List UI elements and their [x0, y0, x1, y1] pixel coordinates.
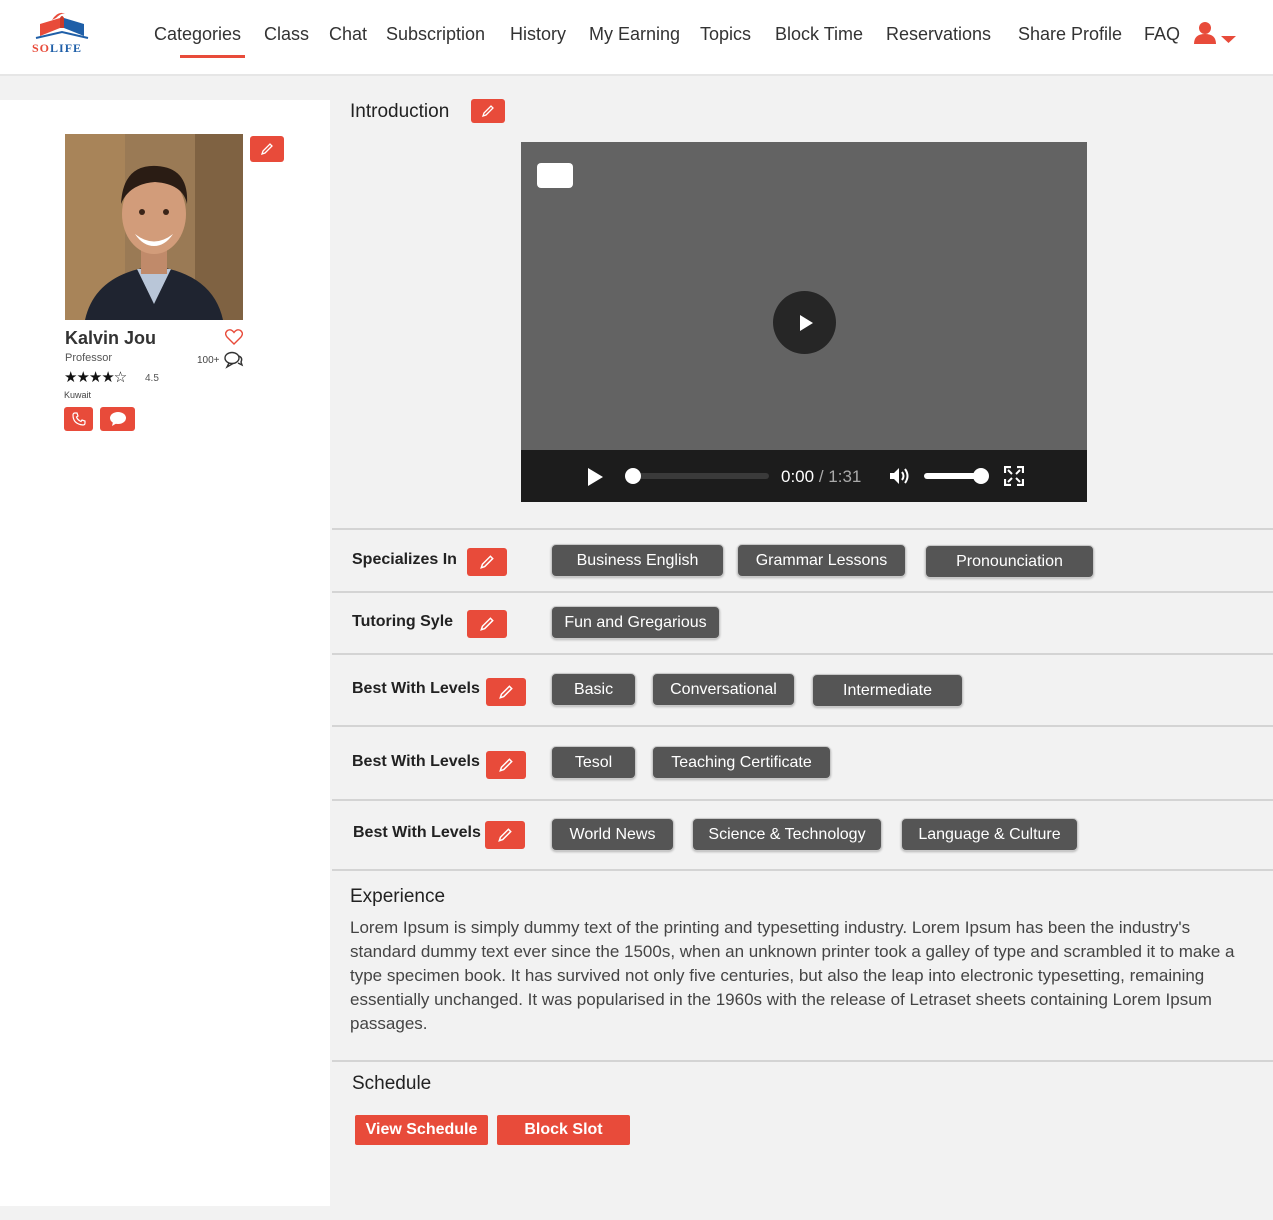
tag-language-culture[interactable]: Language & Culture: [901, 818, 1078, 851]
tag-basic[interactable]: Basic: [551, 673, 636, 706]
fullscreen-icon[interactable]: [1003, 465, 1025, 491]
tag-business-english[interactable]: Business English: [551, 544, 724, 577]
phone-icon: [71, 412, 86, 426]
edit-specializes-button[interactable]: [467, 548, 507, 576]
tag-grammar-lessons[interactable]: Grammar Lessons: [737, 544, 906, 577]
volume-icon[interactable]: [888, 466, 912, 491]
intro-video-player[interactable]: 0:00 / 1:31: [521, 142, 1087, 502]
tag-pronounciation[interactable]: Pronounciation: [925, 545, 1094, 578]
solife-logo[interactable]: SOLIFE: [30, 10, 94, 58]
nav-share-profile[interactable]: Share Profile: [1018, 24, 1122, 45]
big-play-button[interactable]: [773, 291, 836, 354]
play-icon: [588, 468, 603, 486]
pencil-icon: [498, 828, 512, 842]
book-logo-icon: [35, 12, 89, 39]
nav-chat[interactable]: Chat: [329, 24, 367, 45]
section-divider: [332, 528, 1273, 530]
duration: 1:31: [828, 467, 862, 486]
edit-certifications-button[interactable]: [486, 751, 526, 779]
pencil-icon: [480, 617, 494, 631]
profile-location: Kuwait: [64, 390, 92, 400]
nav-faq[interactable]: FAQ: [1144, 24, 1180, 45]
user-icon: [1194, 22, 1236, 44]
video-time: 0:00 / 1:31: [781, 467, 861, 487]
edit-levels-button[interactable]: [486, 678, 526, 706]
nav-class[interactable]: Class: [264, 24, 309, 45]
profile-avatar: [65, 134, 243, 320]
user-menu[interactable]: [1194, 20, 1240, 48]
top-header: SOLIFE Categories Class Chat Subscriptio…: [0, 0, 1273, 76]
logo-wordmark-part-1: SO: [32, 41, 51, 55]
tag-fun-and-gregarious[interactable]: Fun and Gregarious: [551, 606, 720, 639]
person-portrait: [65, 134, 243, 320]
edit-topics-button[interactable]: [485, 821, 525, 849]
tag-intermediate[interactable]: Intermediate: [812, 674, 963, 707]
experience-text: Lorem Ipsum is simply dummy text of the …: [350, 918, 1235, 1033]
section-divider: [332, 1060, 1273, 1062]
nav-categories[interactable]: Categories: [154, 24, 246, 58]
section-divider: [332, 869, 1273, 871]
pencil-icon: [499, 685, 513, 699]
nav-topics[interactable]: Topics: [700, 24, 751, 45]
nav-my-earning[interactable]: My Earning: [589, 24, 680, 45]
video-caption-badge: [537, 163, 573, 188]
review-count: 100+: [197, 355, 220, 366]
nav-subscription[interactable]: Subscription: [386, 24, 485, 45]
pencil-icon: [481, 105, 494, 118]
view-schedule-button[interactable]: View Schedule: [355, 1115, 488, 1145]
rating-value: 4.5: [145, 373, 159, 384]
current-time: 0:00: [781, 467, 815, 486]
star-rating: ★★★★☆: [64, 369, 127, 386]
message-button[interactable]: [100, 407, 135, 431]
tag-teaching-certificate[interactable]: Teaching Certificate: [652, 746, 831, 779]
nav-reservations[interactable]: Reservations: [886, 24, 991, 45]
call-button[interactable]: [64, 407, 93, 431]
edit-avatar-button[interactable]: [250, 136, 284, 162]
progress-thumb[interactable]: [625, 468, 641, 484]
video-controls: 0:00 / 1:31: [521, 450, 1087, 502]
volume-slider[interactable]: [924, 468, 989, 484]
tag-tesol[interactable]: Tesol: [551, 746, 636, 779]
best-with-levels-label: Best With Levels: [352, 753, 480, 770]
time-separator: /: [818, 467, 824, 486]
chat-bubble-icon: [109, 412, 126, 426]
block-slot-button[interactable]: Block Slot: [497, 1115, 630, 1145]
introduction-heading: Introduction: [350, 101, 450, 122]
best-with-levels-label: Best With Levels: [353, 824, 481, 841]
logo-wordmark: SOLIFE: [32, 41, 82, 56]
tag-science-technology[interactable]: Science & Technology: [692, 818, 882, 851]
play-control[interactable]: [585, 467, 605, 492]
specializes-in-label: Specializes In: [352, 551, 457, 568]
profile-sidebar: Kalvin Jou Professor ★★★★☆ 4.5 Kuwait 10…: [0, 100, 330, 1206]
nav-block-time[interactable]: Block Time: [775, 24, 863, 45]
pencil-icon: [260, 143, 273, 156]
section-divider: [332, 591, 1273, 593]
logo-wordmark-part-2: LIFE: [50, 41, 83, 55]
play-icon: [799, 314, 813, 331]
experience-heading: Experience: [350, 886, 446, 907]
schedule-heading: Schedule: [352, 1073, 432, 1094]
comments-icon[interactable]: [224, 351, 244, 374]
pencil-icon: [499, 758, 513, 772]
edit-introduction-button[interactable]: [471, 99, 505, 123]
section-divider: [332, 653, 1273, 655]
volume-thumb[interactable]: [973, 468, 989, 484]
tutoring-style-label: Tutoring Syle: [352, 613, 454, 630]
caret-down-icon: [1221, 36, 1236, 43]
video-progress-bar[interactable]: [625, 468, 769, 484]
favorite-heart-icon[interactable]: [224, 329, 244, 350]
nav-history[interactable]: History: [510, 24, 566, 45]
section-divider: [332, 799, 1273, 801]
profile-name: Kalvin Jou: [65, 328, 157, 348]
profile-title: Professor: [65, 352, 113, 364]
section-divider: [332, 725, 1273, 727]
edit-tutoring-style-button[interactable]: [467, 610, 507, 638]
best-with-levels-label: Best With Levels: [352, 680, 480, 697]
tag-conversational[interactable]: Conversational: [652, 673, 795, 706]
tag-world-news[interactable]: World News: [551, 818, 674, 851]
pencil-icon: [480, 555, 494, 569]
